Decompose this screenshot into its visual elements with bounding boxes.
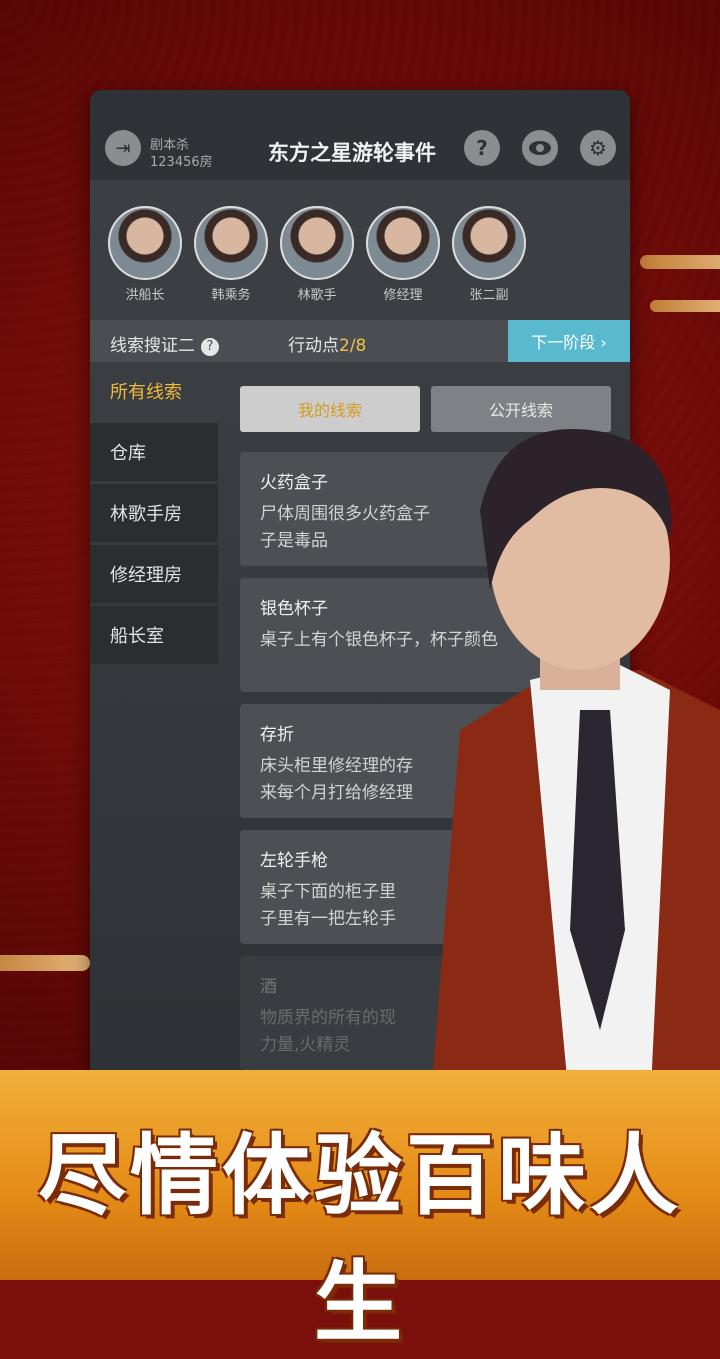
decor-cloud-right bbox=[640, 255, 720, 269]
page-title: 东方之星游轮事件 bbox=[268, 141, 436, 165]
sidebar-item-captain-room[interactable]: 船长室 bbox=[90, 606, 218, 664]
player-avatar[interactable]: 林歌手 bbox=[280, 206, 354, 303]
player-avatar[interactable]: 修经理 bbox=[366, 206, 440, 303]
action-points: 行动点2/8 bbox=[288, 331, 366, 356]
sidebar-item-singer-room[interactable]: 林歌手房 bbox=[90, 484, 218, 542]
player-name: 洪船长 bbox=[125, 288, 165, 303]
sidebar-item-warehouse[interactable]: 仓库 bbox=[90, 423, 218, 481]
action-points-value: 2/8 bbox=[339, 336, 367, 356]
decor-cloud-left bbox=[0, 955, 90, 971]
player-name: 张二副 bbox=[469, 288, 509, 303]
player-avatar[interactable]: 张二副 bbox=[452, 206, 526, 303]
status-bar: 线索搜证二? 行动点2/8 下一阶段 › bbox=[90, 320, 630, 362]
banner-slogan: 尽情体验百味人生 bbox=[37, 1124, 682, 1354]
help-icon[interactable]: ? bbox=[464, 130, 500, 166]
action-points-label: 行动点 bbox=[288, 336, 339, 356]
tab-my-clues[interactable]: 我的线索 bbox=[240, 386, 420, 432]
avatar bbox=[108, 206, 182, 280]
player-avatar[interactable]: 洪船长 bbox=[108, 206, 182, 303]
player-name: 修经理 bbox=[383, 288, 423, 303]
top-bar: ⇥ 剧本杀 123456房 东方之星游轮事件 ? ⚙ bbox=[90, 90, 630, 180]
room-number: 123456房 bbox=[150, 155, 213, 170]
player-list: 洪船长 韩乘务 林歌手 修经理 张二副 bbox=[90, 180, 630, 320]
avatar bbox=[280, 206, 354, 280]
sidebar-item-all-clues[interactable]: 所有线索 bbox=[90, 362, 218, 420]
avatar bbox=[452, 206, 526, 280]
sidebar: 所有线索 仓库 林歌手房 修经理房 船长室 bbox=[90, 362, 218, 667]
decor-cloud-right-2 bbox=[650, 300, 720, 312]
character-illustration bbox=[430, 429, 720, 1110]
player-name: 韩乘务 bbox=[211, 288, 251, 303]
exit-icon[interactable]: ⇥ bbox=[105, 130, 141, 166]
phase-help-icon[interactable]: ? bbox=[201, 338, 219, 356]
phase-text: 线索搜证二 bbox=[110, 336, 195, 356]
gear-icon[interactable]: ⚙ bbox=[580, 130, 616, 166]
player-avatar[interactable]: 韩乘务 bbox=[194, 206, 268, 303]
next-phase-button[interactable]: 下一阶段 › bbox=[508, 320, 630, 362]
sidebar-item-manager-room[interactable]: 修经理房 bbox=[90, 545, 218, 603]
eye-icon[interactable] bbox=[522, 130, 558, 166]
phase-label: 线索搜证二? bbox=[110, 331, 219, 356]
player-name: 林歌手 bbox=[297, 288, 337, 303]
avatar bbox=[366, 206, 440, 280]
avatar bbox=[194, 206, 268, 280]
